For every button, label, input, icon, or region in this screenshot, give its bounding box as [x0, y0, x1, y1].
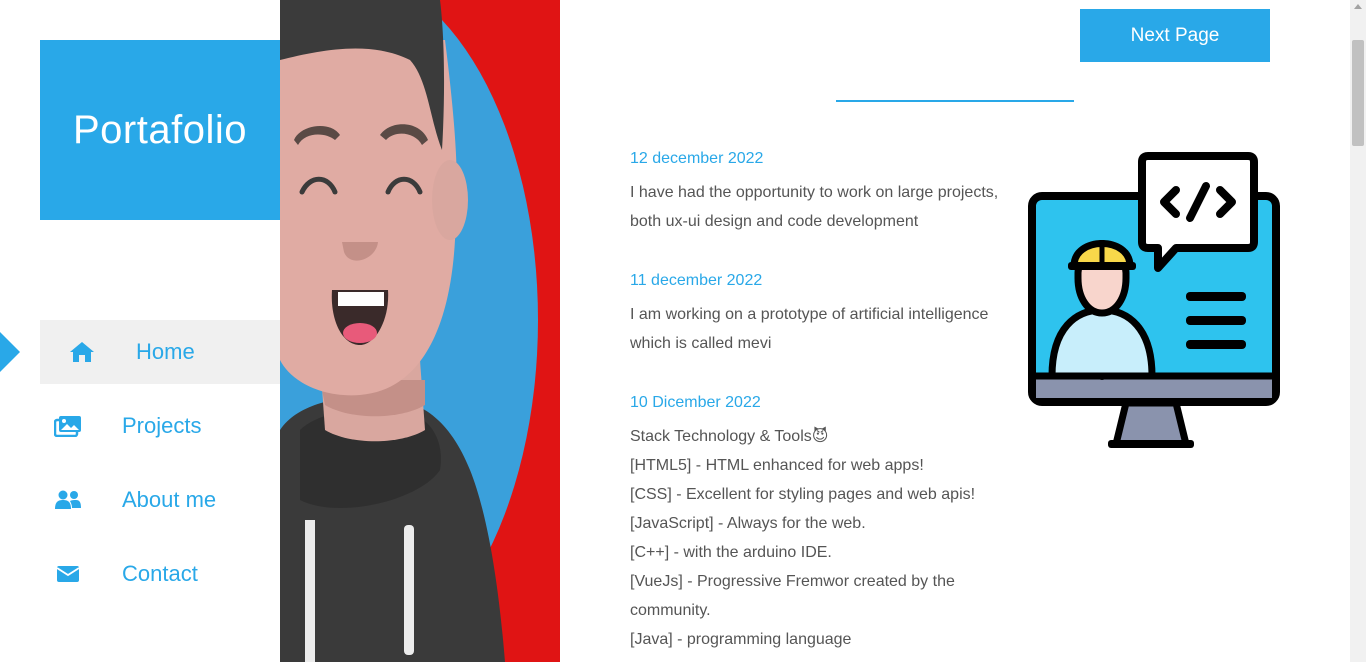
hero-avatar-illustration: [280, 0, 560, 662]
nav-label-projects: Projects: [122, 413, 202, 438]
developer-computer-illustration: [1028, 152, 1280, 448]
stack-item: [CSS] - Excellent for styling pages and …: [630, 486, 976, 503]
active-marker: [0, 332, 20, 372]
scrollbar-thumb[interactable]: [1352, 40, 1364, 146]
post-text-line: I have had the opportunity to work on la…: [630, 184, 999, 201]
avatar-illustration: [280, 0, 560, 662]
stack-item: [JavaScript] - Always for the web.: [630, 515, 866, 532]
nav-item-home[interactable]: Home: [0, 320, 280, 384]
post-item: 10 Dicember 2022 Stack Technology & Tool…: [630, 394, 1010, 654]
nav-label-contact: Contact: [122, 561, 198, 586]
post-item: 12 december 2022 I have had the opportun…: [630, 150, 1010, 236]
sidebar: Portafolio Home Projects About me Contac…: [0, 0, 280, 662]
stack-item: [VueJs] - Progressive Fremwor created by…: [630, 573, 955, 590]
users-icon: [54, 488, 82, 512]
vertical-scrollbar[interactable]: [1350, 0, 1366, 662]
brand-block: Portafolio: [40, 40, 280, 220]
stack-title-text: Stack Technology & Tools: [630, 428, 812, 445]
page: Portafolio Home Projects About me Contac…: [0, 0, 1366, 662]
stack-item: [Java] - programming language: [630, 631, 852, 648]
stack-title: Stack Technology & Tools😈: [630, 422, 1010, 451]
next-page-button[interactable]: Next Page: [1080, 9, 1270, 62]
section-divider: [836, 100, 1074, 102]
main-content: Next Page 12 december 2022 I have had th…: [560, 0, 1350, 662]
devil-emoji-icon: 😈: [811, 428, 829, 445]
post-date: 11 december 2022: [630, 272, 763, 289]
nav-item-about[interactable]: About me: [40, 468, 280, 532]
posts-list: 12 december 2022 I have had the opportun…: [630, 150, 1010, 662]
nav-label-home: Home: [136, 339, 195, 364]
nav-label-about: About me: [122, 487, 217, 512]
envelope-icon: [54, 562, 82, 586]
post-text-line: both ux-ui design and code development: [630, 213, 919, 230]
stack-item: [HTML5] - HTML enhanced for web apps!: [630, 457, 924, 474]
nav-item-contact[interactable]: Contact: [40, 542, 280, 606]
main-nav: Home Projects About me Contact: [0, 320, 280, 606]
stack-item: community.: [630, 602, 711, 619]
home-icon: [68, 340, 96, 364]
post-item: 11 december 2022 I am working on a proto…: [630, 272, 1010, 358]
images-icon: [54, 414, 82, 438]
post-text-line: I am working on a prototype of artificia…: [630, 306, 989, 323]
post-date: 12 december 2022: [630, 150, 764, 167]
post-date: 10 Dicember 2022: [630, 394, 761, 411]
brand-title: Portafolio: [73, 107, 247, 152]
post-text-line: which is called mevi: [630, 335, 772, 352]
stack-item: [C++] - with the arduino IDE.: [630, 544, 832, 561]
nav-item-projects[interactable]: Projects: [40, 394, 280, 458]
scroll-up-arrow-icon[interactable]: [1354, 4, 1362, 9]
